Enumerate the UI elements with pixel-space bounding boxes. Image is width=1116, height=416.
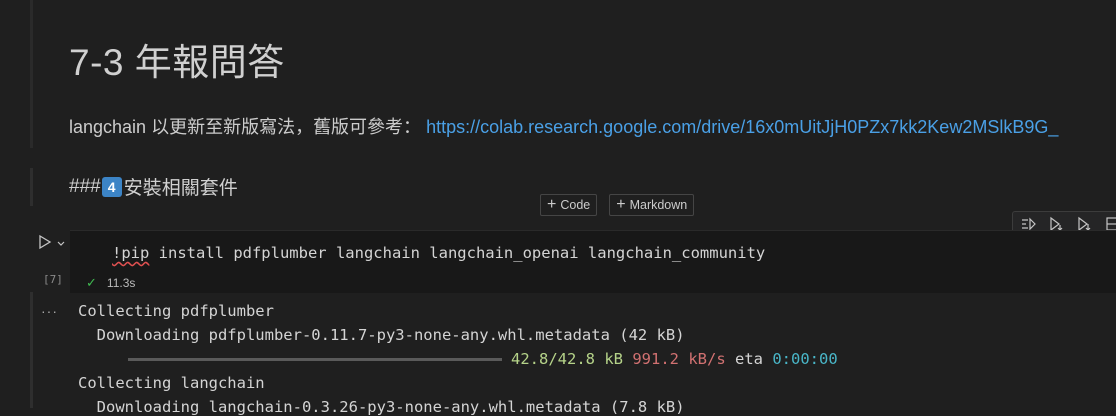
- output-line: Downloading pdfplumber-0.11.7-py3-none-a…: [78, 326, 685, 344]
- add-markdown-label: Markdown: [629, 198, 688, 212]
- progress-speed: 991.2 kB/s: [632, 350, 726, 368]
- progress-size: 42.8/42.8 kB: [511, 350, 623, 368]
- code-cell-editor[interactable]: !pip install pdfplumber langchain langch…: [70, 230, 1116, 293]
- progress-eta-label: eta: [735, 350, 763, 368]
- code-token-error: !pip: [112, 244, 150, 262]
- add-markdown-cell-button[interactable]: + Markdown: [609, 194, 695, 216]
- cell-focus-bar: [30, 0, 33, 148]
- code-token-rest: install pdfplumber langchain langchain_o…: [149, 244, 766, 262]
- colab-link[interactable]: https://colab.research.google.com/drive/…: [426, 117, 1058, 137]
- progress-readout: 42.8/42.8 kB 991.2 kB/s eta 0:00:00: [511, 350, 838, 368]
- markdown-heading: ### 4 安裝相關套件: [69, 173, 238, 200]
- markdown-paragraph: langchain 以更新至新版寫法，舊版可參考： https://colab.…: [69, 113, 1058, 139]
- plus-icon: +: [616, 196, 626, 213]
- code-line[interactable]: !pip install pdfplumber langchain langch…: [112, 244, 765, 262]
- heading-prefix: ###: [69, 175, 101, 197]
- cell-focus-bar: [30, 292, 33, 408]
- check-icon: ✓: [86, 275, 97, 290]
- progress-eta: 0:00:00: [772, 350, 838, 368]
- output-line: Downloading langchain-0.3.26-py3-none-an…: [78, 398, 685, 416]
- add-code-label: Code: [560, 198, 591, 212]
- add-cell-bar: + Code + Markdown: [540, 194, 695, 216]
- heading-text: 安裝相關套件: [123, 178, 238, 199]
- execution-count: [7]: [43, 273, 63, 286]
- plus-icon: +: [547, 196, 557, 213]
- ellipsis-icon[interactable]: ···: [41, 303, 58, 319]
- execution-status: ✓ 11.3s: [86, 275, 135, 291]
- execution-duration: 11.3s: [106, 276, 136, 290]
- chevron-down-icon[interactable]: [56, 236, 66, 246]
- keycap-digit-icon: 4: [101, 176, 122, 197]
- play-icon[interactable]: [38, 234, 54, 250]
- download-progress-bar: [128, 358, 502, 361]
- output-line: Collecting pdfplumber: [78, 302, 274, 320]
- output-line: Collecting langchain: [78, 374, 265, 392]
- download-progress-fill: [128, 358, 502, 361]
- markdown-title: 7-3 年報問答: [69, 42, 285, 83]
- cell-focus-bar: [30, 168, 33, 206]
- add-code-cell-button[interactable]: + Code: [540, 194, 598, 216]
- paragraph-text: langchain 以更新至新版寫法，舊版可參考：: [69, 117, 427, 137]
